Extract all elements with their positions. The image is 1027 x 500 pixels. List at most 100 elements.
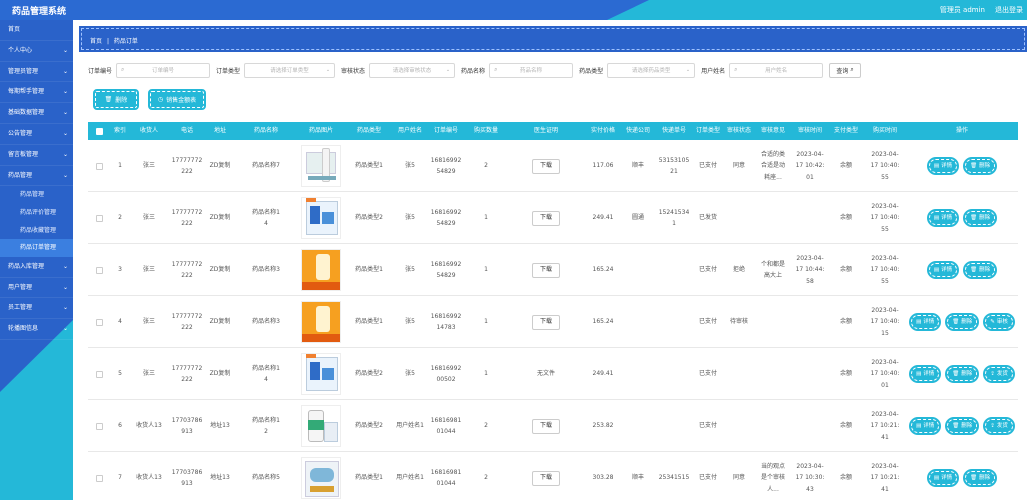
sidebar-item-0[interactable]: 首页 bbox=[0, 20, 73, 41]
row-checkbox[interactable] bbox=[95, 318, 103, 326]
select-all-checkbox[interactable] bbox=[88, 122, 110, 140]
breadcrumb-current: 药品订单 bbox=[113, 38, 138, 45]
details-button[interactable]: ▤ 详情 bbox=[909, 417, 942, 435]
quantity-cell: 1 bbox=[484, 318, 488, 326]
sidebar-item-after-1[interactable]: 用户管理 ⌄ bbox=[0, 278, 73, 299]
audit-time-cell: 2023-04- 17 10:44: 58 bbox=[796, 253, 825, 287]
chevron-down-icon: ⌄ bbox=[62, 88, 68, 96]
tracking-line: 21 bbox=[670, 168, 678, 175]
audit-status-select[interactable]: 请选择审核状态 ⌄ bbox=[369, 62, 456, 78]
delete-button[interactable]: 🗑 删除 bbox=[93, 89, 139, 110]
breadcrumb-home[interactable]: 首页 bbox=[90, 38, 102, 45]
row-checkbox[interactable] bbox=[95, 370, 103, 378]
col-header-8: 订单编号 bbox=[433, 127, 458, 134]
audit-status-label: 审核状态 bbox=[341, 67, 366, 75]
sidebar-item-5[interactable]: 公告管理 ⌄ bbox=[0, 124, 73, 145]
audit-time-line: 17 10:30: bbox=[795, 474, 825, 482]
pay-type-cell: 余额 bbox=[839, 370, 852, 378]
express-cell: 圆通 bbox=[631, 214, 644, 222]
tracking-line: 15241534 bbox=[658, 208, 690, 216]
col-header-7: 用户姓名 bbox=[397, 127, 422, 134]
details-button[interactable]: ▤ 详情 bbox=[909, 313, 942, 331]
buy-time-line: 2023-04- bbox=[871, 202, 899, 210]
row-checkbox[interactable] bbox=[95, 214, 103, 222]
audit-opinion-cell: 合适的类 合适是动 耗座... bbox=[761, 149, 785, 183]
sidebar-item-1[interactable]: 个人中心 ⌄ bbox=[0, 41, 73, 62]
col-header-12: 快递公司 bbox=[625, 127, 650, 134]
sidebar-item-4[interactable]: 基础数据管理 ⌄ bbox=[0, 103, 73, 124]
phone-cell: 17777772 222 bbox=[172, 259, 203, 282]
delete-row-button[interactable]: 🗑 删除 bbox=[963, 469, 998, 487]
sidebar-item-after-0[interactable]: 药品入库管理 ⌄ bbox=[0, 257, 73, 278]
download-button[interactable]: 下载 bbox=[532, 314, 560, 330]
audit-status-cell: 拒绝 bbox=[732, 266, 745, 274]
details-button[interactable]: ▤ 详情 bbox=[926, 209, 960, 227]
chevron-down-icon: ⌄ bbox=[62, 46, 68, 54]
delete-row-button[interactable]: 🗑 删除 bbox=[963, 209, 998, 227]
chevron-down-icon: ⌄ bbox=[62, 171, 68, 179]
download-button[interactable]: 下载 bbox=[532, 262, 560, 278]
order-no-input[interactable]: ⌕ 订单编号 bbox=[116, 62, 211, 78]
row-checkbox[interactable] bbox=[95, 266, 103, 274]
trash-icon: 🗑 bbox=[952, 318, 960, 325]
order-no-cell: 16816981 01044 bbox=[431, 415, 462, 438]
receiver-cell: 收货人13 bbox=[136, 422, 162, 430]
drug-image bbox=[301, 197, 341, 239]
delete-row-button[interactable]: 🗑 删除 bbox=[963, 261, 998, 279]
logout-link[interactable]: 退出登录 bbox=[995, 5, 1023, 15]
price-cell: 165.24 bbox=[592, 266, 614, 274]
sidebar-menu: 首页 个人中心 ⌄ 管理员管理 ⌄ 每期帮手管理 ⌄ 基础数据管理 ⌄ 公告管理 ⌄ 留言板管理 ⌄ 药品… bbox=[0, 20, 73, 340]
price-cell: 165.24 bbox=[592, 318, 614, 326]
sales-report-button[interactable]: ◷ 销售金额表 bbox=[148, 89, 206, 110]
delete-row-button[interactable]: 🗑 删除 bbox=[945, 365, 980, 383]
ship-button[interactable]: ⇪ 发货 bbox=[983, 417, 1015, 435]
details-icon: ▤ bbox=[916, 318, 922, 325]
col-header-16: 审核意见 bbox=[760, 127, 785, 134]
sidebar-item-3[interactable]: 每期帮手管理 ⌄ bbox=[0, 82, 73, 104]
buy-time-line: 2023-04- bbox=[871, 358, 899, 366]
sidebar-item-after-2[interactable]: 员工管理 ⌄ bbox=[0, 298, 73, 320]
details-icon: ▤ bbox=[933, 474, 940, 481]
delete-row-button[interactable]: 🗑 删除 bbox=[945, 417, 980, 435]
order-no-line: 00502 bbox=[436, 376, 456, 383]
address-cell: ZD复制 bbox=[209, 318, 231, 326]
sidebar-subitem-0[interactable]: 药品管理 bbox=[0, 186, 73, 204]
sidebar-item-6[interactable]: 留言板管理 ⌄ bbox=[0, 145, 73, 166]
user-name-input[interactable]: ⌕ 用户姓名 bbox=[729, 62, 824, 78]
audit-button[interactable]: ✎ 审核 bbox=[983, 313, 1015, 331]
drug-name-cell: 药品名称3 bbox=[252, 264, 280, 275]
delete-row-button[interactable]: 🗑 删除 bbox=[945, 313, 980, 331]
sidebar-subitem-2[interactable]: 药品收藏管理 bbox=[0, 222, 73, 240]
sidebar-subitem-1[interactable]: 药品评价管理 bbox=[0, 204, 73, 222]
details-button[interactable]: ▤ 详情 bbox=[909, 365, 942, 383]
order-type-select[interactable]: 请选择订单类型 ⌄ bbox=[244, 62, 336, 78]
trash-icon: 🗑 bbox=[970, 214, 978, 221]
details-button[interactable]: ▤ 详情 bbox=[926, 261, 960, 279]
table-row: 1 张三 17777772 222 ZD复制 药品名称7 药品类型1 张5 16816992 54… bbox=[88, 140, 1018, 192]
drug-type-select[interactable]: 请选择药品类型 ⌄ bbox=[607, 62, 696, 78]
ship-button[interactable]: ⇪ 发货 bbox=[983, 365, 1015, 383]
row-checkbox[interactable] bbox=[95, 162, 103, 170]
buy-time-line: 01 bbox=[881, 381, 889, 389]
details-button[interactable]: ▤ 详情 bbox=[926, 157, 960, 175]
download-button[interactable]: 下载 bbox=[532, 418, 560, 434]
opinion-line: 高大上 bbox=[763, 272, 782, 279]
download-button[interactable]: 下载 bbox=[532, 210, 560, 226]
pay-type-cell: 余额 bbox=[839, 474, 852, 482]
buy-time-line: 55 bbox=[881, 225, 889, 233]
download-button[interactable]: 下载 bbox=[532, 470, 560, 486]
row-checkbox[interactable] bbox=[95, 422, 103, 430]
sidebar-subitem-3[interactable]: 药品订单管理 bbox=[0, 239, 73, 257]
delete-row-button[interactable]: 🗑 删除 bbox=[963, 157, 998, 175]
details-button[interactable]: ▤ 详情 bbox=[926, 469, 960, 487]
audit-time-cell: 2023-04- 17 10:30: 43 bbox=[796, 461, 825, 495]
drug-name-input[interactable]: ⌕ 药品名称 bbox=[489, 62, 574, 78]
sidebar-item-7[interactable]: 药品管理 ⌄ bbox=[0, 166, 73, 187]
trash-icon: 🗑 bbox=[952, 370, 960, 377]
download-button[interactable]: 下载 bbox=[532, 158, 560, 174]
search-button[interactable]: 查询 ⌕ bbox=[829, 62, 862, 78]
row-checkbox[interactable] bbox=[95, 474, 103, 482]
sidebar-item-2[interactable]: 管理员管理 ⌄ bbox=[0, 62, 73, 83]
chevron-down-icon: ⌄ bbox=[62, 304, 68, 312]
sidebar-item-after-3[interactable]: 轮播图信息 ⌄ bbox=[0, 319, 73, 340]
